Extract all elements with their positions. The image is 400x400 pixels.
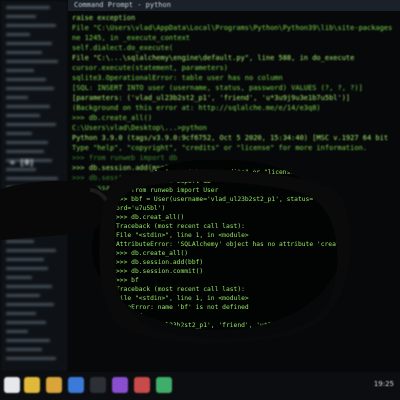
terminal-line: [SQL: INSERT INTO user (username, status… [72, 84, 363, 92]
code-line [6, 231, 50, 234]
terminal-line: File "C:\Users\vlad\AppData\Local\Progra… [72, 24, 393, 32]
glasses-lens-view: Type "help", "copyright", "credits" or "… [92, 160, 342, 330]
code-line [6, 96, 28, 99]
code-line [6, 186, 30, 189]
lens-line: Traceback (most recent call last): [116, 286, 245, 293]
terminal-line: ne 1245, in _execute_context [72, 34, 191, 42]
code-line [6, 150, 44, 153]
terminal-line: File "C:\...\sqlalchemy\engine\default.p… [72, 54, 355, 62]
code-line [6, 168, 36, 171]
folder-icon[interactable] [46, 377, 62, 393]
code-line [6, 87, 54, 90]
code-line [6, 177, 58, 180]
code-line [6, 258, 44, 261]
code-line [6, 312, 36, 315]
terminal-title-bar[interactable]: Command Prompt - python [68, 0, 400, 11]
lens-line: >>> db.create_all() [116, 250, 189, 257]
terminal-line: (Background on this error at: http://sql… [72, 104, 321, 112]
code-line [6, 42, 52, 45]
lens-line: >>> bbf = User(username='vlad_ul23b2st2_… [116, 196, 342, 203]
code-line [6, 330, 28, 333]
code-line [6, 105, 50, 108]
lens-line: Type "help", "copyright", "credits" or "… [116, 169, 342, 176]
photo-scene: = [0] Command Prompt - python raise exce… [0, 0, 400, 400]
code-line [6, 222, 38, 225]
code-line [6, 51, 42, 54]
code-line [6, 141, 48, 144]
code-line [6, 303, 54, 306]
lens-line: >>> bf [116, 277, 139, 284]
code-line [6, 132, 32, 135]
code-line [6, 213, 54, 216]
lens-line: >>> bbf [116, 313, 143, 320]
code-line [6, 267, 48, 270]
lens-line: File "<stdin>", line 1, in <module> [116, 295, 249, 302]
app-icon[interactable] [112, 377, 128, 393]
terminal-title: Command Prompt - python [74, 1, 171, 9]
terminal-line: >>> db.create_all() [72, 114, 153, 122]
chrome-icon[interactable] [24, 377, 40, 393]
lens-line: <User 'vlad_ul23b2st2_p1', 'friend', 'u*… [116, 322, 333, 329]
code-line [6, 276, 32, 279]
code-line [6, 249, 56, 252]
code-line [6, 321, 46, 324]
clock: 19:25 [373, 380, 394, 388]
terminal-icon[interactable] [90, 377, 106, 393]
lens-line: Traceback (most recent call last): [116, 223, 245, 230]
app-icon[interactable] [68, 377, 84, 393]
lens-text: Type "help", "copyright", "credits" or "… [116, 168, 342, 330]
lens-line: NameError: name 'bf' is not defined [116, 304, 249, 311]
app-icon[interactable] [134, 377, 150, 393]
code-line [6, 78, 46, 81]
lens-line: >>> db.creat_all() [116, 214, 185, 221]
terminal-line: self.dialect.do_execute( [72, 44, 174, 52]
lens-line: AttributeError: 'SQLAlchemy' object has … [116, 241, 342, 248]
lens-line: ord='u7u5bl') [116, 205, 166, 212]
terminal-line: Type "help", "copyright", "credits" or "… [72, 144, 368, 152]
terminal-line: cursor.execute(statement, parameters) [72, 64, 228, 72]
taskbar[interactable]: 19:25 [0, 372, 400, 400]
code-editor-pane: = [0] [0, 0, 68, 372]
lens-line: File "<stdin>", line 1, in <module> [116, 232, 249, 239]
code-line [6, 357, 56, 360]
code-line [6, 285, 52, 288]
start-icon[interactable] [4, 377, 20, 393]
code-line [6, 60, 58, 63]
code-line [6, 15, 36, 18]
code-line [6, 123, 56, 126]
code-line [6, 294, 40, 297]
app-icon[interactable] [156, 377, 172, 393]
lens-line: >>> from runweb import db [116, 178, 211, 185]
code-line [6, 204, 42, 207]
terminal-line: sqlite3.OperationalError: table user has… [72, 74, 283, 82]
code-line [6, 69, 34, 72]
terminal-line: C:\Users\vlad\Desktop\...>python [72, 124, 207, 132]
terminal-line: raise exception [72, 14, 136, 22]
code-line [6, 348, 42, 351]
lens-line: >>> db.session.add(bbf) [116, 259, 204, 266]
code-line [6, 6, 50, 9]
code-line [6, 339, 50, 342]
code-line [6, 114, 40, 117]
terminal-line: [parameters: ('vlad_ul23b2st2_p1', 'frie… [72, 94, 351, 102]
selection-text: = [0] [10, 158, 35, 167]
terminal-line: Python 3.9.0 (tags/v3.9.0:9cf6752, Oct 5… [72, 134, 389, 142]
lens-line: >>> from runweb import User [116, 187, 219, 194]
code-line [6, 240, 34, 243]
code-line [6, 33, 30, 36]
code-line [6, 24, 56, 27]
lens-line: >>> db.session.commit() [116, 268, 204, 275]
code-line [6, 195, 46, 198]
